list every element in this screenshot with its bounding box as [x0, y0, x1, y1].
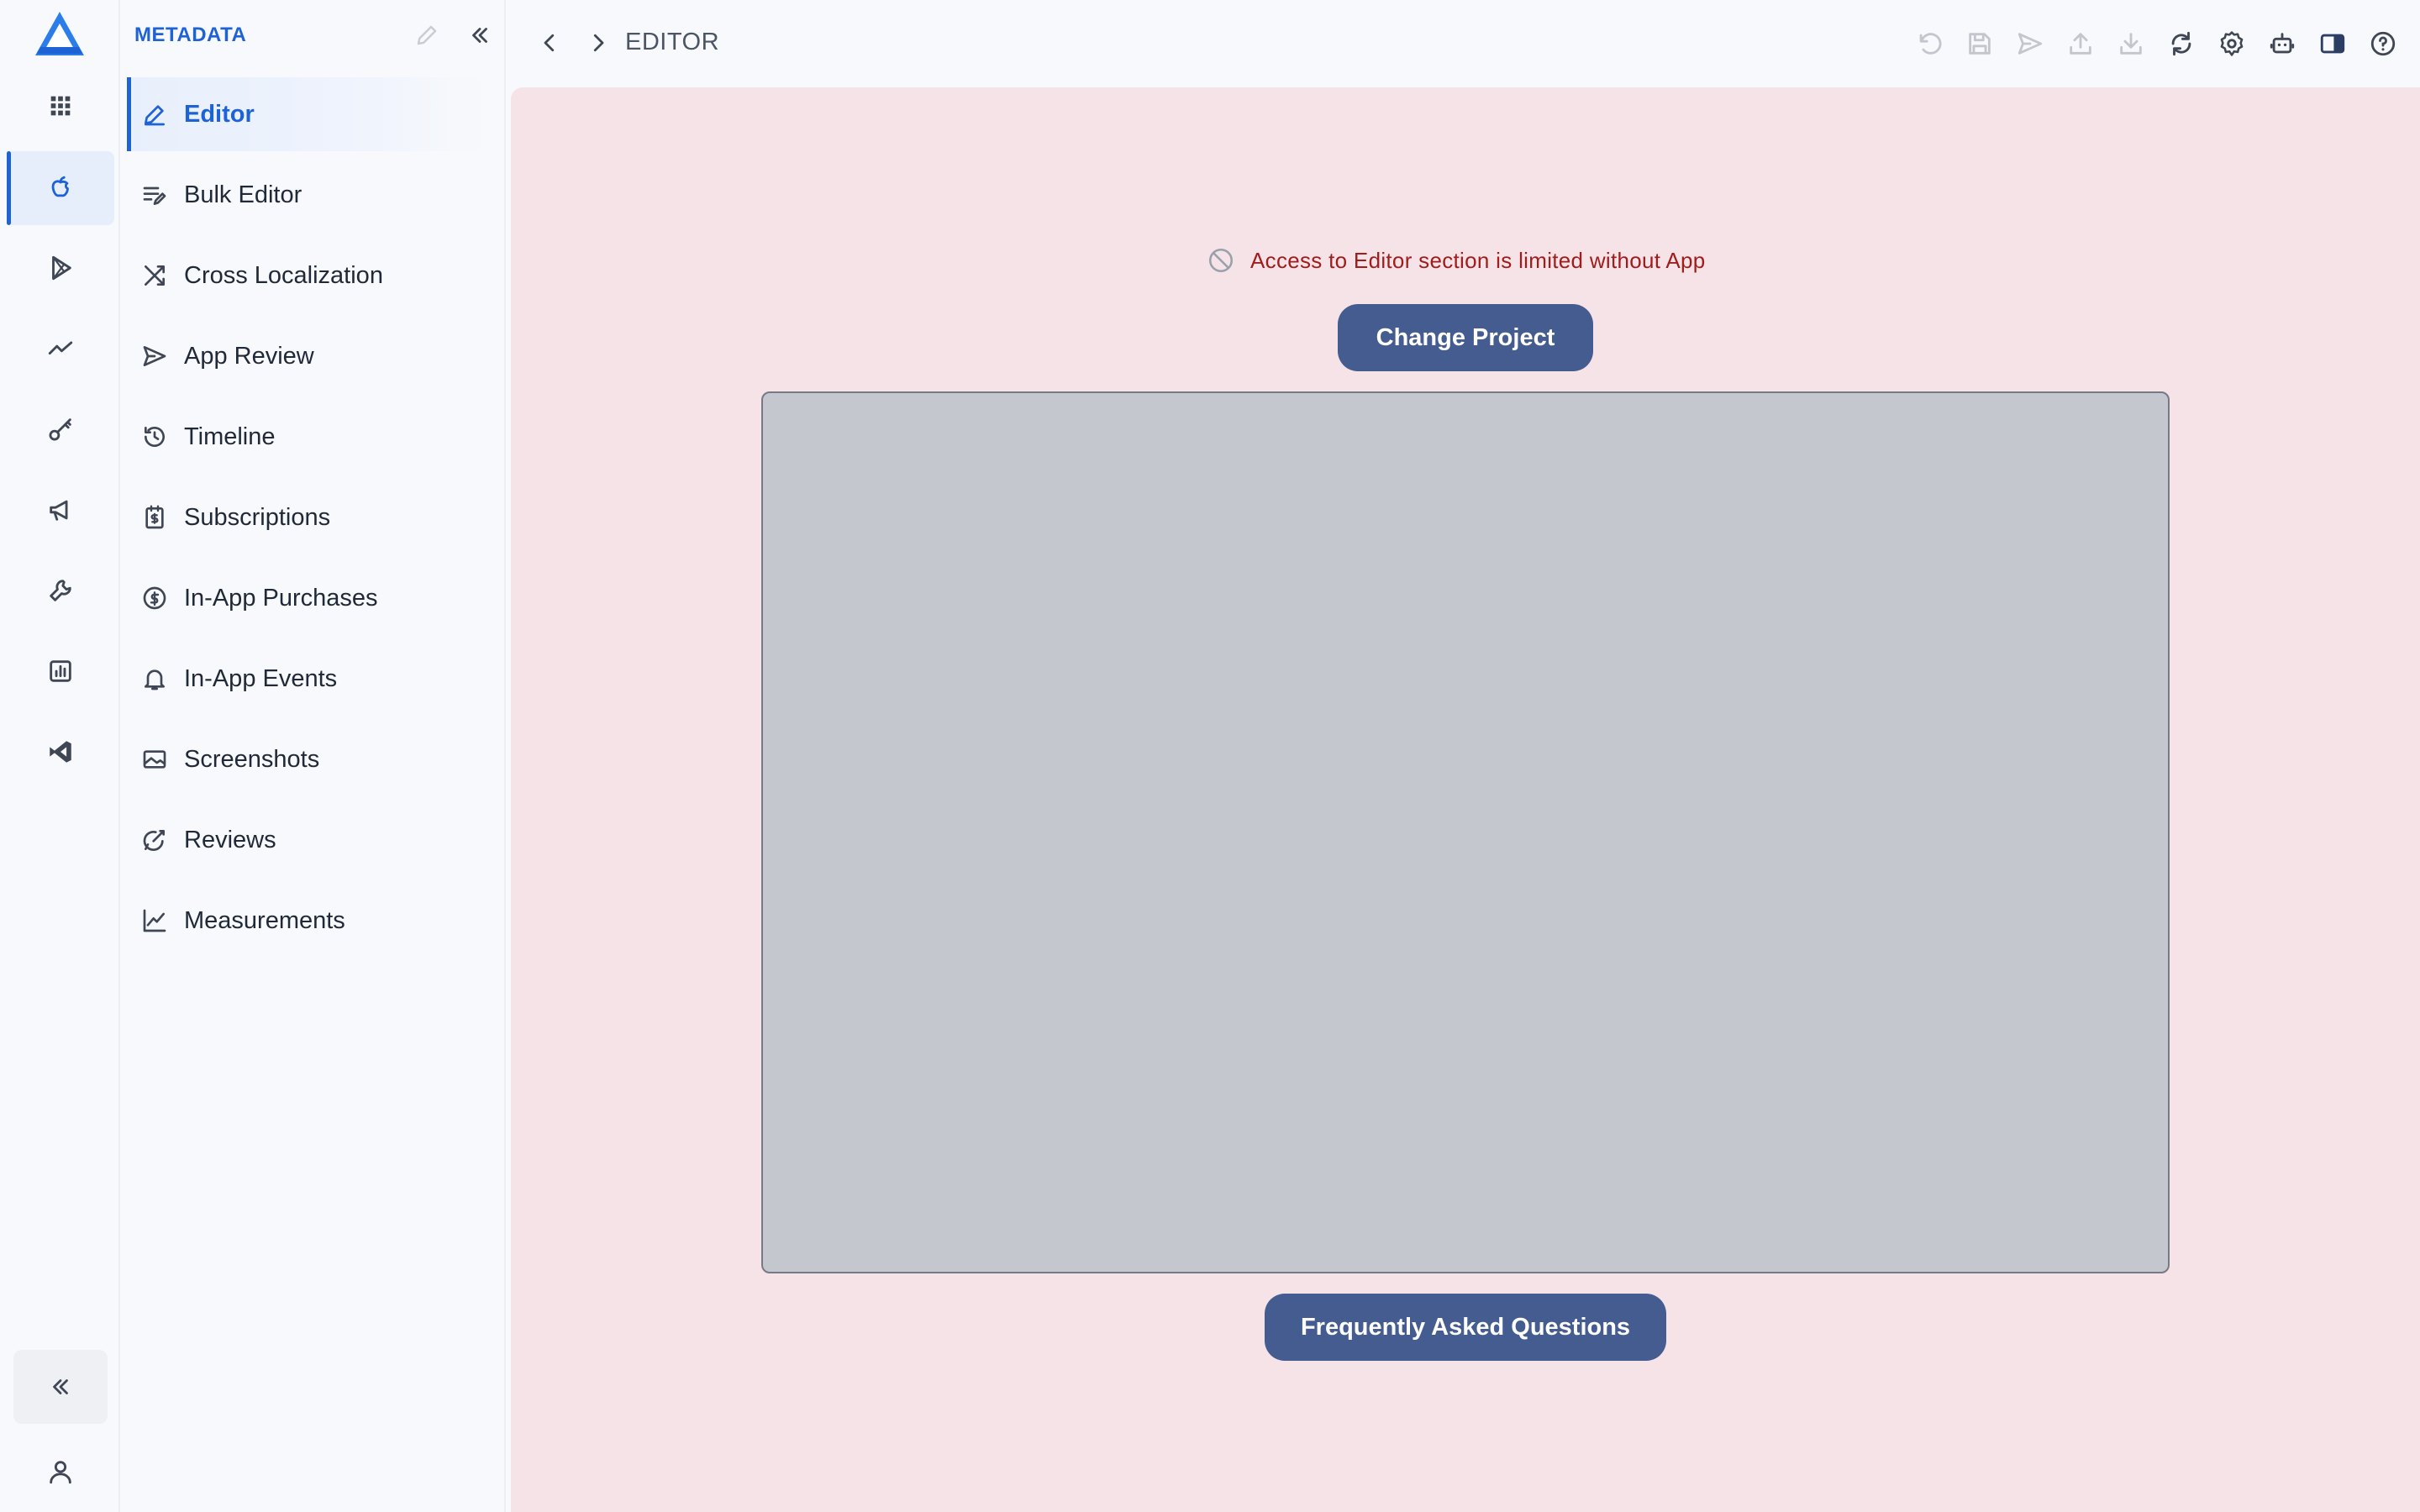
refresh-button[interactable]: [2165, 27, 2198, 60]
sidebar-item-in-app-events[interactable]: In-App Events: [127, 642, 488, 716]
undo-icon: [1919, 33, 1942, 55]
chevron-right-icon: [593, 34, 604, 52]
double-chevron-left-icon: [53, 1379, 68, 1394]
blocked-icon: [1208, 248, 1234, 273]
apps-grid-icon: [50, 96, 71, 116]
sidebar-item-screenshots[interactable]: Screenshots: [127, 722, 488, 796]
megaphone-icon: [50, 500, 68, 521]
sidebar-item-reviews[interactable]: Reviews: [127, 803, 488, 877]
sidebar-item-label: In-App Purchases: [184, 584, 378, 612]
play-store-icon: [52, 255, 71, 281]
user-profile-button[interactable]: [34, 1452, 87, 1492]
rail-collapse-button[interactable]: [13, 1350, 108, 1424]
metadata-sidebar: METADATA Editor Bulk Editor Cross Locali…: [122, 0, 506, 1512]
upload-icon: [2070, 33, 2091, 55]
sidebar-item-in-app-purchases[interactable]: In-App Purchases: [127, 561, 488, 635]
double-chevron-left-icon: [472, 28, 487, 43]
panel-toggle-button[interactable]: [2316, 27, 2349, 60]
shuffle-icon: [140, 261, 169, 290]
rail-integrations[interactable]: [7, 715, 114, 789]
panel-toggle-icon: [2320, 34, 2345, 54]
sidebar-item-label: Cross Localization: [184, 261, 383, 289]
rail-app-store[interactable]: [7, 151, 114, 225]
robot-icon: [2270, 33, 2295, 54]
page-title: EDITOR: [625, 29, 720, 55]
assistant-button[interactable]: [2265, 27, 2299, 60]
icon-rail: [0, 0, 120, 1512]
sidebar-collapse-button[interactable]: [465, 20, 495, 50]
sidebar-item-label: Measurements: [184, 906, 345, 934]
rail-google-play[interactable]: [7, 231, 114, 305]
back-button[interactable]: [534, 28, 565, 58]
refresh-icon: [2171, 31, 2191, 56]
save-button[interactable]: [1963, 27, 1996, 60]
preview-placeholder: [761, 391, 2170, 1273]
rail-campaigns[interactable]: [7, 473, 114, 547]
send-icon: [140, 342, 169, 370]
faq-button[interactable]: Frequently Asked Questions: [1265, 1294, 1666, 1361]
sidebar-item-label: Timeline: [184, 423, 276, 450]
bell-icon: [140, 664, 169, 693]
sidebar-item-label: Bulk Editor: [184, 181, 302, 208]
access-notice: Access to Editor section is limited with…: [1207, 244, 1706, 277]
download-icon: [2120, 33, 2142, 55]
top-bar: EDITOR: [508, 0, 2420, 87]
trend-icon: [48, 341, 73, 355]
sidebar-item-label: Screenshots: [184, 745, 320, 773]
sidebar-item-label: In-App Events: [184, 664, 338, 692]
rail-tools[interactable]: [7, 554, 114, 627]
rail-trends[interactable]: [7, 312, 114, 386]
sidebar-item-subscriptions[interactable]: Subscriptions: [127, 480, 488, 554]
rail-keywords[interactable]: [7, 392, 114, 466]
history-icon: [140, 423, 169, 451]
settings-icon: [2220, 31, 2244, 56]
send-icon: [2018, 33, 2043, 55]
sidebar-title: METADATA: [134, 24, 247, 46]
image-icon: [140, 745, 169, 774]
main-content: Access to Editor section is limited with…: [511, 87, 2420, 1512]
user-icon: [50, 1461, 71, 1484]
sidebar-item-timeline[interactable]: Timeline: [127, 400, 488, 474]
save-icon: [1969, 33, 1991, 55]
rail-reports[interactable]: [7, 634, 114, 708]
help-icon: [2370, 31, 2396, 56]
sidebar-item-label: App Review: [184, 342, 314, 370]
app-logo-icon: [35, 12, 84, 55]
pencil-icon: [417, 25, 437, 45]
bulk-edit-icon: [140, 181, 169, 209]
rail-apps[interactable]: [7, 69, 114, 143]
sidebar-nav: Editor Bulk Editor Cross Localization Ap…: [127, 77, 488, 964]
sidebar-header: METADATA: [122, 0, 506, 72]
help-button[interactable]: [2366, 27, 2400, 60]
dollar-circle-icon: [140, 584, 169, 612]
key-icon: [49, 418, 71, 441]
sidebar-item-app-review[interactable]: App Review: [127, 319, 488, 393]
publish-button[interactable]: [2013, 27, 2047, 60]
sidebar-item-label: Editor: [184, 100, 255, 128]
undo-button[interactable]: [1912, 27, 1946, 60]
vscode-icon: [50, 741, 71, 763]
pencil-icon: [140, 100, 169, 129]
app-logo[interactable]: [34, 10, 86, 57]
upload-button[interactable]: [2064, 27, 2097, 60]
bar-chart-icon: [50, 660, 71, 682]
change-project-button[interactable]: Change Project: [1338, 304, 1593, 371]
tools-icon: [50, 580, 71, 601]
settings-button[interactable]: [2215, 27, 2249, 60]
apple-icon: [51, 176, 69, 197]
sidebar-item-label: Reviews: [184, 826, 276, 853]
review-icon: [140, 826, 169, 854]
sidebar-edit-button[interactable]: [412, 20, 442, 50]
subscription-icon: [140, 503, 169, 532]
sidebar-item-bulk-editor[interactable]: Bulk Editor: [127, 158, 488, 232]
sidebar-item-label: Subscriptions: [184, 503, 331, 531]
sidebar-item-measurements[interactable]: Measurements: [127, 884, 488, 958]
forward-button[interactable]: [583, 28, 613, 58]
sidebar-item-cross-localization[interactable]: Cross Localization: [127, 239, 488, 312]
sidebar-item-editor[interactable]: Editor: [127, 77, 488, 151]
line-chart-icon: [140, 906, 169, 935]
download-button[interactable]: [2114, 27, 2148, 60]
notice-text: Access to Editor section is limited with…: [1250, 247, 1706, 273]
chevron-left-icon: [544, 34, 555, 52]
